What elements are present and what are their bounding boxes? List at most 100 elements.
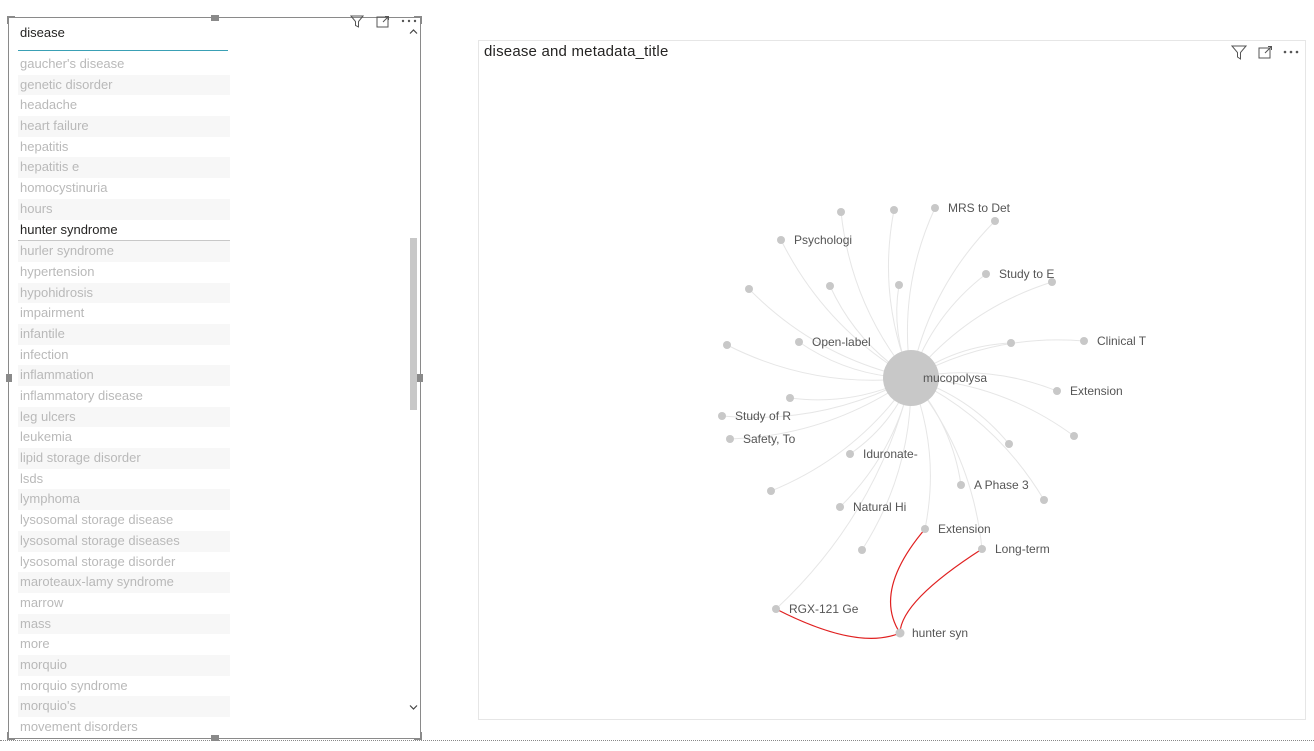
slicer-item[interactable]: maroteaux-lamy syndrome (18, 572, 230, 593)
node-label: Psychologi (794, 233, 852, 247)
slicer-item[interactable]: leukemia (18, 427, 230, 448)
node-label: Safety, To (743, 432, 796, 446)
slicer-item[interactable]: lymphoma (18, 489, 230, 511)
node-label: Extension (1070, 384, 1123, 398)
network-node[interactable] (1070, 432, 1078, 440)
scroll-down-icon[interactable] (409, 702, 418, 714)
network-node[interactable] (1005, 440, 1013, 448)
network-node[interactable] (1007, 339, 1015, 347)
network-node[interactable] (991, 217, 999, 225)
network-node[interactable] (795, 338, 803, 346)
scroll-up-icon[interactable] (409, 26, 418, 38)
slicer-item[interactable]: marrow (18, 593, 230, 614)
network-node[interactable] (772, 605, 780, 613)
slicer-item-list: gaucher's disease genetic disorder headach… (18, 54, 230, 738)
slicer-item[interactable]: gaucher's disease (18, 54, 230, 75)
network-visual[interactable]: disease and metadata_title MRS to Det Psy… (478, 40, 1306, 720)
resize-handle-right[interactable] (417, 374, 423, 382)
slicer-item[interactable]: impairment (18, 303, 230, 324)
disease-slicer[interactable]: disease gaucher's disease genetic disorde… (6, 14, 423, 741)
network-node[interactable] (846, 450, 854, 458)
slicer-item-selected[interactable]: hunter syndrome (18, 220, 230, 242)
slicer-item[interactable]: morquio (18, 654, 230, 676)
slicer-item[interactable]: lysosomal storage diseases (18, 530, 230, 552)
slicer-item[interactable]: inflammation (18, 365, 230, 386)
slicer-item[interactable]: inflammatory disease (18, 386, 230, 407)
network-node[interactable] (982, 270, 990, 278)
node-label: A Phase 3 (974, 478, 1029, 492)
filter-icon[interactable] (349, 14, 365, 28)
search-underline (18, 50, 228, 51)
slicer-item[interactable]: movement disorders (18, 717, 230, 738)
network-graph[interactable]: MRS to Det Psychologi Study to E Clinical T… (479, 41, 1307, 721)
network-node[interactable] (837, 208, 845, 216)
slicer-item[interactable]: leg ulcers (18, 406, 230, 428)
slicer-item[interactable]: morquio's (18, 696, 230, 717)
network-node[interactable] (978, 545, 986, 553)
node-label: Clinical T (1097, 334, 1147, 348)
network-node[interactable] (718, 412, 726, 420)
slicer-item[interactable]: mass (18, 613, 230, 635)
slicer-item[interactable]: hypertension (18, 262, 230, 283)
slicer-item[interactable]: infection (18, 345, 230, 366)
slicer-item[interactable]: more (18, 634, 230, 655)
node-label: MRS to Det (948, 201, 1011, 215)
node-label: RGX-121 Ge (789, 602, 859, 616)
slicer-item[interactable]: lysosomal storage disease (18, 510, 230, 531)
resize-handle-bottom-left[interactable] (7, 732, 15, 740)
network-node[interactable] (858, 546, 866, 554)
resize-handle-top[interactable] (211, 15, 219, 21)
scrollbar-thumb[interactable] (410, 238, 417, 410)
slicer-search-input[interactable]: disease (20, 25, 65, 40)
highlighted-edge (899, 548, 983, 634)
slicer-item[interactable]: lysosomal storage disorder (18, 552, 230, 573)
secondary-hub-label: hunter syn (912, 626, 968, 640)
network-node[interactable] (1048, 278, 1056, 286)
resize-handle-left[interactable] (6, 374, 12, 382)
focus-mode-icon[interactable] (375, 14, 391, 28)
network-node[interactable] (836, 503, 844, 511)
node-label: Long-term (995, 542, 1050, 556)
slicer-item[interactable]: lsds (18, 469, 230, 490)
slicer-item[interactable]: hepatitis e (18, 157, 230, 179)
network-node[interactable] (723, 341, 731, 349)
slicer-item[interactable]: headache (18, 95, 230, 116)
network-node[interactable] (726, 435, 734, 443)
network-node[interactable] (826, 282, 834, 290)
node-label: Iduronate- (863, 447, 918, 461)
network-node[interactable] (890, 206, 898, 214)
network-node[interactable] (745, 285, 753, 293)
network-node[interactable] (786, 394, 794, 402)
network-node[interactable] (957, 481, 965, 489)
network-node[interactable] (1053, 387, 1061, 395)
slicer-header-icons (349, 14, 417, 28)
slicer-item[interactable]: genetic disorder (18, 74, 230, 96)
node-label: Study to E (999, 267, 1054, 281)
slicer-item[interactable]: infantile (18, 323, 230, 345)
slicer-item[interactable]: lipid storage disorder (18, 448, 230, 469)
hub-node-label: mucopolysa (923, 371, 987, 385)
node-label: Study of R (735, 409, 791, 423)
resize-handle-top-left[interactable] (7, 16, 15, 24)
network-node[interactable] (1040, 496, 1048, 504)
node-label: Natural Hi (853, 500, 906, 514)
resize-handle-bottom-right[interactable] (414, 732, 422, 740)
slicer-item[interactable]: hurler syndrome (18, 241, 230, 262)
network-node[interactable] (895, 281, 903, 289)
slicer-item[interactable]: hepatitis (18, 137, 230, 158)
network-node[interactable] (921, 525, 929, 533)
slicer-item[interactable]: hypohidrosis (18, 282, 230, 304)
node-label: Extension (938, 522, 991, 536)
network-node[interactable] (931, 204, 939, 212)
secondary-hub-node[interactable] (895, 628, 905, 638)
network-node[interactable] (777, 236, 785, 244)
network-node[interactable] (767, 487, 775, 495)
highlighted-edge (889, 528, 926, 634)
slicer-item[interactable]: hours (18, 198, 230, 220)
slicer-item[interactable]: homocystinuria (18, 178, 230, 199)
slicer-item[interactable]: morquio syndrome (18, 676, 230, 697)
slicer-item[interactable]: heart failure (18, 116, 230, 137)
network-node[interactable] (1080, 337, 1088, 345)
canvas-bottom-border (0, 740, 1314, 741)
node-label: Open-label (812, 335, 871, 349)
